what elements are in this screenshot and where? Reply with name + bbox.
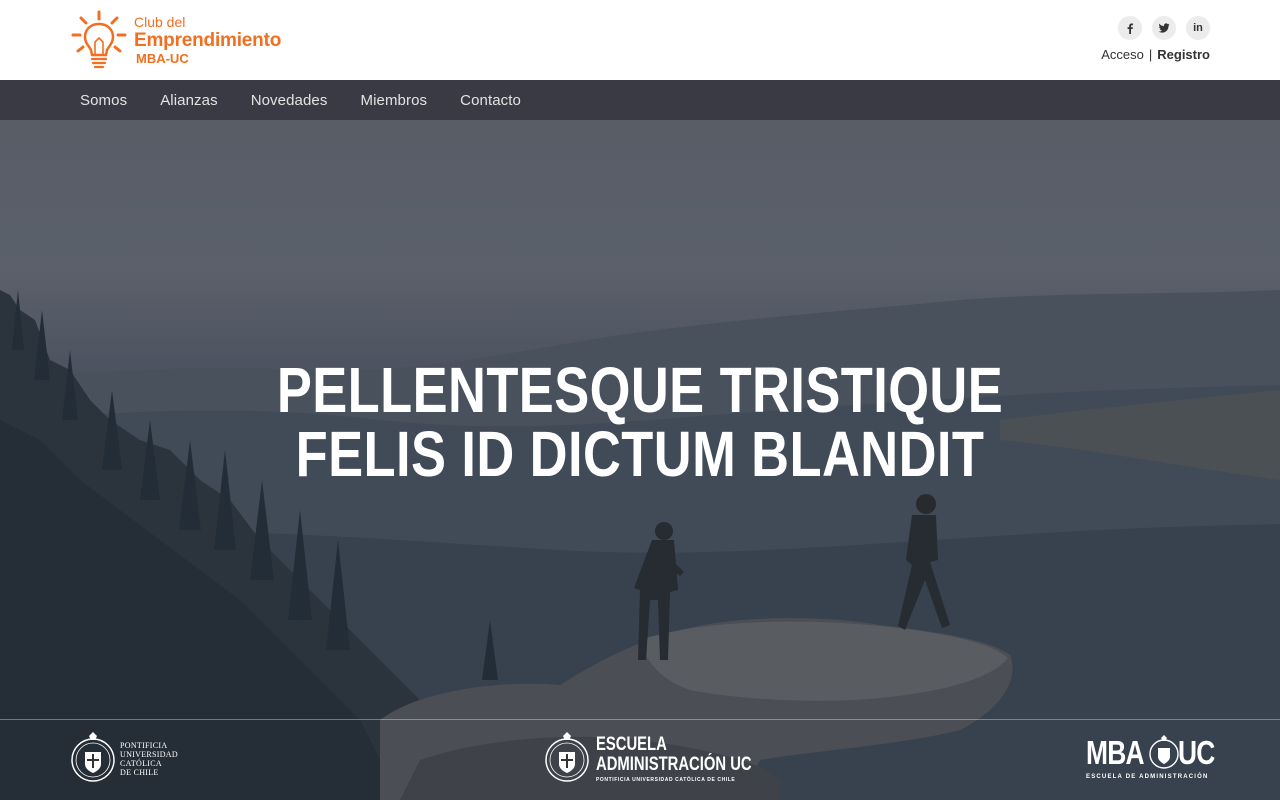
puc-seal-icon <box>71 732 115 782</box>
puc-line-3: CATÓLICA <box>120 759 162 768</box>
mba-uc-wordmark: MBA UC <box>1086 734 1224 772</box>
puc-text: PONTIFICIA UNIVERSIDAD CATÓLICA DE CHILE <box>120 741 178 777</box>
facebook-icon[interactable] <box>1118 16 1142 40</box>
escuela-text: ESCUELA ADMINISTRACIÓN UC PONTIFICIA UNI… <box>596 734 796 784</box>
puc-logo[interactable]: PONTIFICIA UNIVERSIDAD CATÓLICA DE CHILE <box>70 730 178 788</box>
mba-subtitle: ESCUELA DE ADMINISTRACIÓN <box>1086 774 1209 780</box>
uc-text: UC <box>1178 734 1215 771</box>
nav-item-alianzas[interactable]: Alianzas <box>160 92 218 109</box>
register-link[interactable]: Registro <box>1157 47 1210 62</box>
club-logo[interactable]: Club del Emprendimiento MBA-UC <box>70 10 290 70</box>
lightbulb-icon <box>71 10 127 69</box>
puc-line-2: UNIVERSIDAD <box>120 750 178 759</box>
escuela-seal-icon <box>545 732 589 782</box>
escuela-subtitle: PONTIFICIA UNIVERSIDAD CATÓLICA DE CHILE <box>596 777 736 783</box>
partner-logos: PONTIFICIA UNIVERSIDAD CATÓLICA DE CHILE… <box>0 720 1280 800</box>
mba-uc-logo[interactable]: MBA UC ESCUELA DE ADMINISTRACIÓN <box>1086 734 1224 780</box>
escuela-administracion-logo[interactable]: ESCUELA ADMINISTRACIÓN UC PONTIFICIA UNI… <box>544 730 796 788</box>
puc-line-1: PONTIFICIA <box>120 741 168 750</box>
auth-separator: | <box>1148 47 1153 62</box>
hero-banner: PELLENTESQUE TRISTIQUE FELIS ID DICTUM B… <box>0 120 1280 800</box>
escuela-line-2: ADMINISTRACIÓN UC <box>596 754 752 775</box>
logo-line-2: Emprendimiento <box>134 30 282 51</box>
main-nav: Somos Alianzas Novedades Miembros Contac… <box>0 80 1280 120</box>
hero-title: PELLENTESQUE TRISTIQUE FELIS ID DICTUM B… <box>115 358 1165 486</box>
nav-item-novedades[interactable]: Novedades <box>251 92 328 109</box>
login-link[interactable]: Acceso <box>1101 47 1144 62</box>
linkedin-icon[interactable]: in <box>1186 16 1210 40</box>
logo-line-1: Club del <box>134 14 186 30</box>
site-header: Club del Emprendimiento MBA-UC in Acceso… <box>0 0 1280 80</box>
nav-item-miembros[interactable]: Miembros <box>360 92 427 109</box>
auth-links: Acceso | Registro <box>1101 47 1210 62</box>
logo-line-3: MBA-UC <box>136 51 189 66</box>
hero-title-line-1: PELLENTESQUE TRISTIQUE <box>276 354 1004 426</box>
social-links: in <box>1118 16 1210 40</box>
nav-item-somos[interactable]: Somos <box>80 92 127 109</box>
mba-text: MBA <box>1086 734 1145 771</box>
twitter-icon[interactable] <box>1152 16 1176 40</box>
hero-title-line-2: FELIS ID DICTUM BLANDIT <box>295 418 985 490</box>
club-logo-text: Club del Emprendimiento MBA-UC <box>134 15 281 65</box>
mba-seal-icon <box>1149 735 1179 769</box>
nav-item-contacto[interactable]: Contacto <box>460 92 521 109</box>
escuela-line-1: ESCUELA <box>596 734 667 755</box>
puc-line-4: DE CHILE <box>120 768 159 777</box>
